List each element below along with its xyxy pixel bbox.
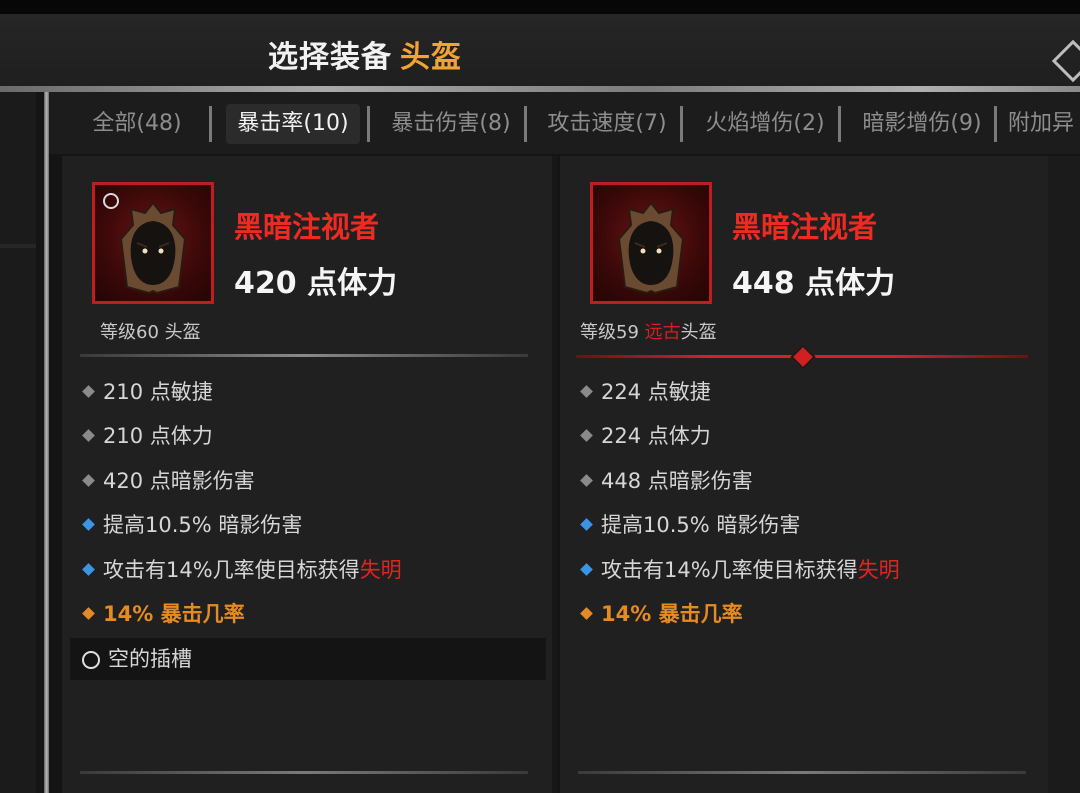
- affix-highlight: 失明: [857, 558, 900, 582]
- affix-text: 448 点暗影伤害: [601, 469, 753, 493]
- right-panel-edge: [1048, 156, 1080, 793]
- tab-fire-damage[interactable]: 火焰增伤(2): [698, 104, 832, 144]
- socket-row: 空的插槽: [70, 638, 546, 680]
- affix-row: 14% 暴击几率: [80, 594, 245, 634]
- affix-row: 攻击有14%几率使目标获得失明: [80, 550, 402, 590]
- helm-icon: [617, 201, 685, 295]
- page-title: 选择装备 头盔: [268, 32, 462, 76]
- item-type: 头盔: [164, 322, 201, 343]
- affix-row: 14% 暴击几率: [578, 594, 743, 634]
- affix-text: 攻击有14%几率使目标获得: [103, 558, 360, 582]
- gray-diamond-icon: [82, 474, 95, 487]
- card-divider: [80, 354, 528, 357]
- tab-crit-rate[interactable]: 暴击率(10): [226, 104, 360, 144]
- tab-extra[interactable]: 附加异: [1008, 104, 1080, 144]
- blue-diamond-icon: [82, 563, 95, 576]
- item-icon-frame: [92, 182, 214, 304]
- item-icon-frame: [590, 182, 712, 304]
- gray-diamond-icon: [580, 429, 593, 442]
- tab-separator: [367, 106, 370, 142]
- empty-socket-icon: [82, 651, 100, 669]
- item-main-stat: 420 点体力: [234, 266, 398, 301]
- orange-diamond-icon: [82, 607, 95, 620]
- affix-text: 420 点暗影伤害: [103, 469, 255, 493]
- top-bar: [0, 0, 1080, 14]
- rarity-label: 远古: [644, 322, 681, 343]
- slot-name: 头盔: [400, 40, 462, 75]
- item-main-stat: 448 点体力: [732, 266, 896, 301]
- tab-separator: [209, 106, 212, 142]
- affix-row: 224 点体力: [578, 416, 711, 456]
- item-card[interactable]: 黑暗注视者 448 点体力 等级59 远古头盔 224 点敏捷 224 点体力 …: [560, 156, 1048, 793]
- gray-diamond-icon: [580, 474, 593, 487]
- left-panel-edge: [0, 92, 36, 793]
- affix-row: 210 点体力: [80, 416, 213, 456]
- orange-diamond-icon: [580, 607, 593, 620]
- gray-diamond-icon: [580, 385, 593, 398]
- tab-all[interactable]: 全部(48): [80, 104, 194, 144]
- affix-row: 210 点敏捷: [80, 372, 213, 412]
- affix-text: 210 点体力: [103, 424, 213, 448]
- item-type: 头盔: [680, 322, 717, 343]
- item-card[interactable]: 黑暗注视者 420 点体力 等级60 头盔 210 点敏捷 210 点体力 42…: [62, 156, 552, 793]
- affix-row: 攻击有14%几率使目标获得失明: [578, 550, 900, 590]
- affix-text: 提高10.5% 暗影伤害: [103, 513, 303, 537]
- affix-text: 14% 暴击几率: [103, 602, 245, 626]
- left-panel-line: [0, 244, 36, 248]
- affix-text: 224 点体力: [601, 424, 711, 448]
- tab-shadow-damage[interactable]: 暗影增伤(9): [855, 104, 989, 144]
- tab-separator: [994, 106, 997, 142]
- item-name: 黑暗注视者: [732, 210, 878, 244]
- affix-row: 448 点暗影伤害: [578, 461, 753, 501]
- affix-row: 提高10.5% 暗影伤害: [578, 505, 800, 545]
- socket-text: 空的插槽: [108, 647, 192, 671]
- item-level: 等级59 远古头盔: [580, 318, 717, 344]
- gray-diamond-icon: [82, 385, 95, 398]
- tab-separator: [524, 106, 527, 142]
- affix-text: 210 点敏捷: [103, 380, 213, 404]
- header: 选择装备 头盔: [0, 14, 1080, 86]
- back-button[interactable]: [1051, 39, 1080, 83]
- card-gap: [552, 156, 558, 793]
- gray-diamond-icon: [82, 429, 95, 442]
- affix-row: 224 点敏捷: [578, 372, 711, 412]
- red-diamond-icon: [790, 344, 816, 370]
- tab-attack-speed[interactable]: 攻击速度(7): [540, 104, 674, 144]
- socket-indicator-icon: [103, 193, 119, 209]
- blue-diamond-icon: [82, 518, 95, 531]
- card-bottom-divider: [578, 771, 1026, 774]
- vertical-divider: [44, 92, 49, 793]
- affix-text: 攻击有14%几率使目标获得: [601, 558, 858, 582]
- affix-text: 提高10.5% 暗影伤害: [601, 513, 801, 537]
- tab-crit-damage[interactable]: 暴击伤害(8): [384, 104, 518, 144]
- helm-icon: [119, 201, 187, 295]
- blue-diamond-icon: [580, 563, 593, 576]
- title-text: 选择装备: [268, 40, 392, 75]
- affix-text: 14% 暴击几率: [601, 602, 743, 626]
- blue-diamond-icon: [580, 518, 593, 531]
- affix-row: 提高10.5% 暗影伤害: [80, 505, 302, 545]
- card-bottom-divider: [80, 771, 528, 774]
- item-level: 等级60 头盔: [100, 318, 201, 344]
- level-text: 等级59: [580, 322, 645, 343]
- tab-separator: [838, 106, 841, 142]
- affix-row: 420 点暗影伤害: [80, 461, 255, 501]
- level-text: 等级60: [100, 322, 165, 343]
- affix-text: 224 点敏捷: [601, 380, 711, 404]
- affix-highlight: 失明: [359, 558, 402, 582]
- item-name: 黑暗注视者: [234, 210, 380, 244]
- tab-separator: [680, 106, 683, 142]
